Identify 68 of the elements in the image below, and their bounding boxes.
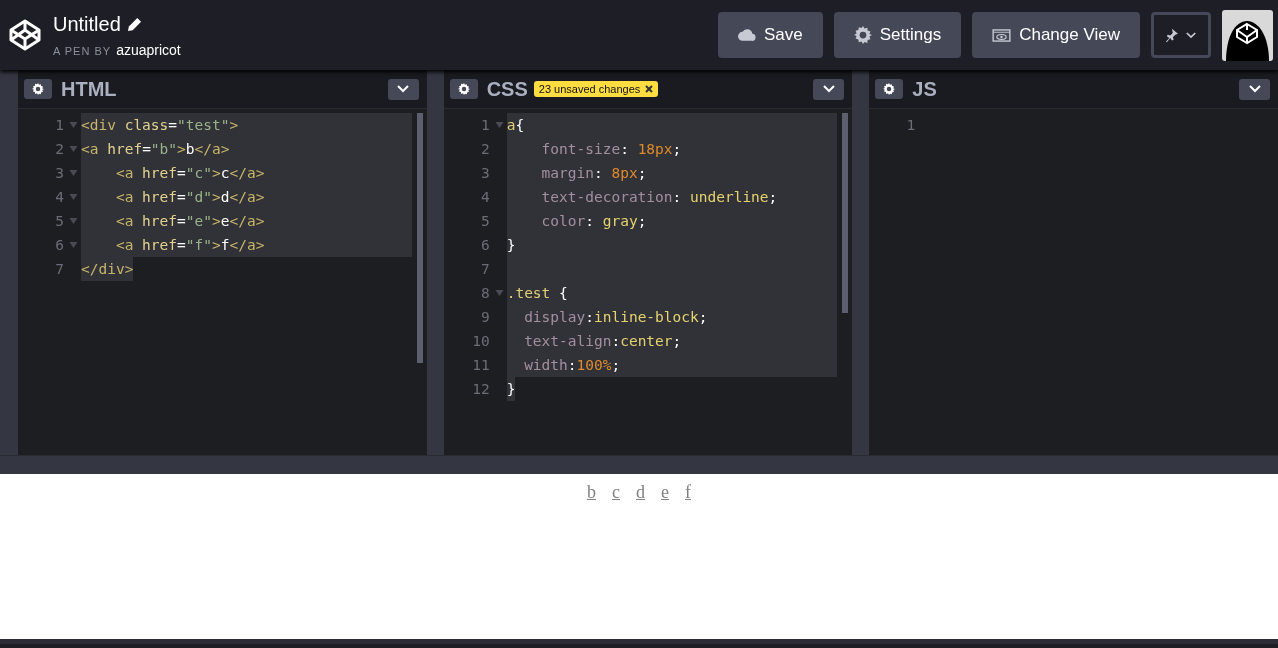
line-number: 1 [906, 117, 916, 133]
cloud-icon [738, 29, 756, 41]
chevron-down-icon [397, 85, 410, 93]
line-number: 1 [480, 117, 490, 133]
line-number: 5 [480, 213, 490, 229]
chevron-down-icon [1185, 31, 1196, 39]
fold-arrow-icon[interactable] [69, 170, 78, 176]
dropdown-button[interactable] [813, 78, 845, 100]
gear-icon [853, 26, 872, 44]
settings-icon [457, 83, 470, 95]
save-button[interactable]: Save [718, 12, 823, 58]
fold-arrow-icon[interactable] [69, 122, 78, 128]
fold-arrow-icon[interactable] [69, 242, 78, 248]
line-number: 6 [55, 237, 64, 253]
settings-button[interactable]: Settings [833, 12, 962, 58]
avatar-icon[interactable] [1222, 9, 1273, 61]
settings-button[interactable] [875, 79, 904, 99]
pen-title[interactable]: Untitled [53, 12, 121, 36]
line-number: 6 [480, 237, 490, 253]
line-number: 9 [480, 309, 490, 325]
panel-title: CSS [486, 77, 528, 101]
preview-link[interactable]: e [661, 482, 669, 502]
panel-title: JS [912, 77, 937, 101]
author-link[interactable]: azuapricot [116, 41, 181, 58]
line-number: 2 [480, 141, 490, 157]
line-number: 11 [472, 357, 490, 373]
settings-icon [883, 83, 896, 95]
line-number: 5 [55, 213, 64, 229]
line-number: 2 [55, 141, 64, 157]
preview-link[interactable]: c [612, 482, 620, 502]
preview-link[interactable]: f [685, 482, 691, 502]
line-number: 8 [480, 285, 490, 301]
line-number: 7 [55, 261, 64, 277]
line-number: 4 [55, 189, 64, 205]
pin-icon [1166, 27, 1178, 43]
resize-bar[interactable] [852, 70, 870, 455]
chevron-down-icon [822, 85, 835, 93]
scrollbar[interactable] [842, 113, 849, 313]
dropdown-button[interactable] [1239, 78, 1270, 100]
fold-arrow-icon[interactable] [69, 194, 78, 200]
panel-title: HTML [61, 77, 117, 101]
line-number: 10 [472, 333, 490, 349]
pencil-icon[interactable] [126, 16, 142, 32]
line-number: 3 [480, 165, 490, 181]
eye-window-icon [992, 28, 1012, 42]
line-number: 12 [472, 381, 490, 397]
byline-label: A PEN BY [53, 44, 112, 57]
line-number: 3 [55, 165, 64, 181]
scrollbar[interactable] [416, 113, 423, 363]
unsaved-badge[interactable]: 23 unsaved changes [533, 81, 659, 97]
line-number: 4 [480, 189, 490, 205]
fold-arrow-icon[interactable] [494, 290, 504, 296]
settings-button[interactable] [24, 79, 52, 99]
pin-dropdown-button[interactable] [1151, 12, 1211, 58]
fold-arrow-icon[interactable] [69, 146, 78, 152]
line-number: 1 [55, 117, 64, 133]
chevron-down-icon [1248, 85, 1261, 93]
close-icon[interactable] [645, 85, 654, 93]
fold-arrow-icon[interactable] [494, 122, 504, 128]
settings-icon [32, 83, 44, 95]
preview-link[interactable]: b [587, 482, 596, 502]
view-button[interactable]: Change View [972, 12, 1140, 58]
settings-button[interactable] [449, 79, 478, 99]
preview-link[interactable]: d [636, 482, 645, 502]
line-number: 7 [480, 261, 490, 277]
dropdown-button[interactable] [387, 78, 419, 100]
cube-logo-icon[interactable] [8, 18, 42, 52]
fold-arrow-icon[interactable] [69, 218, 78, 224]
